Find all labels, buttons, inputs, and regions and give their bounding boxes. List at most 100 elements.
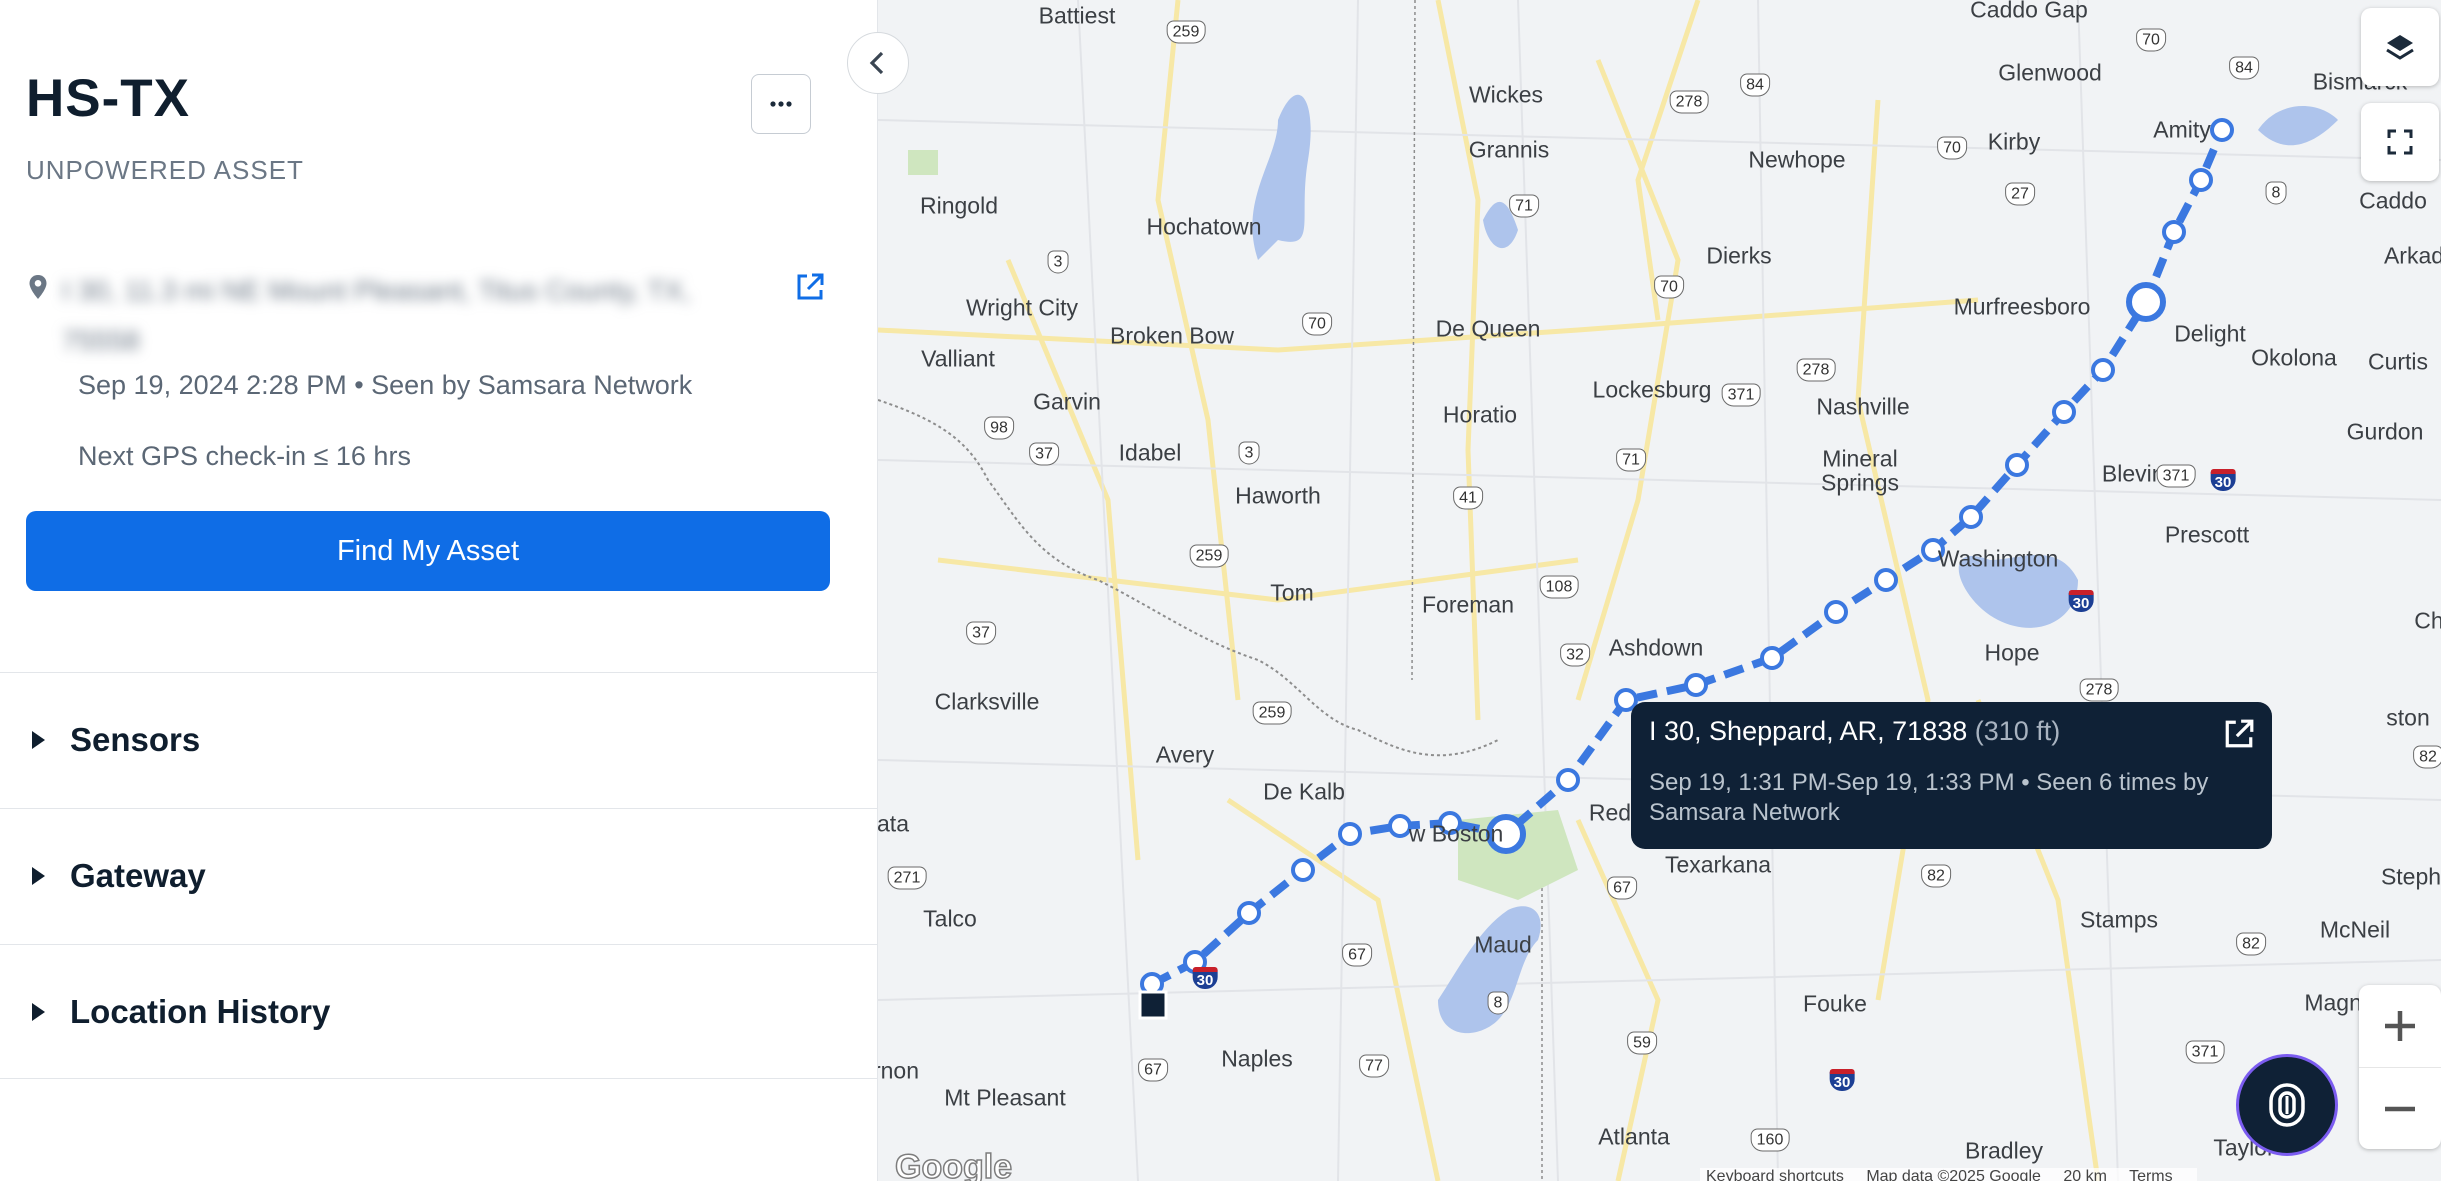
route-shield: 259 [1166,20,1206,44]
place-label: Ringold [920,192,998,219]
route-point[interactable] [1760,646,1784,670]
place-label: Texarkana [1664,851,1772,878]
section-label: Location History [70,992,331,1030]
interstate-shield: 30 [1829,1069,1855,1091]
route-point[interactable] [1824,600,1848,624]
place-label: Murfreesboro [1953,293,2091,320]
place-label: Haworth [1235,482,1321,509]
route-point[interactable] [1237,901,1261,925]
place-label: ston [2386,704,2430,731]
place-label: Prescott [2164,521,2250,548]
terms-link[interactable]: Terms [2129,1168,2173,1181]
place-label: De Kalb [1263,778,1345,805]
find-my-asset-button[interactable]: Find My Asset [26,511,830,591]
place-label: McNeil [2319,916,2391,943]
map-layers-button[interactable] [2361,8,2439,86]
route-point[interactable] [2052,400,2076,424]
route-shield: 8 [2265,181,2287,205]
place-label: Hope [1984,639,2040,666]
place-label: Washington [1937,545,2059,572]
place-label: Caddo Gap [1970,0,2088,23]
open-external-icon[interactable] [795,272,825,302]
route-shield: 37 [1029,442,1059,466]
keyboard-shortcuts-link[interactable]: Keyboard shortcuts [1706,1168,1844,1181]
interstate-shield: 30 [2210,469,2236,491]
zoom-out-button[interactable] [2359,1067,2441,1149]
section-location-history[interactable]: Location History [0,944,878,1079]
asset-address: I 30, 11.3 mi NE Mount Pleasant, Titus C… [62,275,691,356]
route-shield: 82 [2236,932,2266,956]
asset-title: HS-TX [26,69,190,128]
route-shield: 32 [1560,643,1590,667]
open-external-icon[interactable] [2223,718,2255,750]
place-label: w Boston [1408,820,1504,847]
place-label: Glenwood [1998,59,2102,86]
place-label: Foreman [1421,591,1515,618]
route-point[interactable] [2189,168,2213,192]
place-label: Lockesburg [1592,376,1712,403]
route-shield: 70 [1654,275,1684,299]
caret-right-icon [32,731,45,749]
place-label: Steph [2380,863,2441,890]
assistant-icon [2269,1083,2305,1127]
route-point[interactable] [2091,358,2115,382]
more-dots-icon [770,101,792,107]
route-shield: 67 [1607,876,1637,900]
place-label: Valliant [921,345,995,372]
route-point[interactable] [1684,673,1708,697]
route-point[interactable] [1959,505,1983,529]
place-label: ata [878,810,909,837]
place-label: Avery [1155,741,1215,768]
route-shield: 70 [2136,28,2166,52]
place-label: Broken Bow [1109,322,1235,349]
next-checkin-text: Next GPS check-in ≤ 16 hrs [78,441,411,471]
current-location-marker[interactable] [1138,990,1168,1020]
place-label: Hochatown [1146,213,1262,240]
route-point[interactable] [1338,822,1362,846]
collapse-sidebar-button[interactable] [847,32,909,94]
section-gateway[interactable]: Gateway [0,808,878,943]
place-label: Mt Pleasant [944,1084,1066,1111]
zoom-in-button[interactable] [2359,985,2441,1067]
zoom-control [2359,985,2441,1149]
tooltip-title: I 30, Sheppard, AR, 71838 (310 ft) [1649,716,2060,747]
route-point[interactable] [2126,282,2166,322]
fullscreen-button[interactable] [2361,103,2439,181]
route-shield: 278 [1669,90,1709,114]
route-shield: 271 [887,866,927,890]
scale-text: 20 km [2063,1168,2107,1181]
place-label: Delight [2174,320,2246,347]
assistant-button[interactable] [2236,1054,2338,1156]
route-shield: 259 [1189,544,1229,568]
place-label: Okolona [2251,344,2337,371]
map-view[interactable]: Battiest Caddo Gap Wickes Glenwood Bisma… [878,0,2441,1181]
interstate-shield: 30 [1192,967,1218,989]
map-pin-icon [29,275,47,299]
map-data-text: Map data ©2025 Google [1866,1168,2041,1181]
more-options-button[interactable] [751,74,811,134]
route-point[interactable] [2162,220,2186,244]
place-label: Idabel [1118,439,1182,466]
place-label: Talco [923,905,977,932]
route-shield: 371 [2156,464,2196,488]
place-label: Caddo [2359,187,2427,214]
place-label: Naples [1221,1045,1293,1072]
place-label: Ch [2414,607,2441,634]
route-shield: 84 [1740,73,1770,97]
route-point[interactable] [1388,814,1412,838]
location-tooltip: I 30, Sheppard, AR, 71838 (310 ft) Sep 1… [1631,702,2272,849]
route-point[interactable] [1291,858,1315,882]
place-label: Grannis [1468,136,1550,163]
place-label: Ashdown [1608,634,1704,661]
route-shield: 70 [1302,312,1332,336]
route-shield: 67 [1342,943,1372,967]
place-label: Wickes [1468,81,1544,108]
route-shield: 67 [1138,1058,1168,1082]
route-point[interactable] [1556,768,1580,792]
route-point[interactable] [2210,118,2234,142]
route-shield: 160 [1750,1128,1790,1152]
route-point[interactable] [1874,568,1898,592]
google-logo: Google [894,1147,1013,1181]
section-sensors[interactable]: Sensors [0,672,878,807]
route-point[interactable] [2005,453,2029,477]
